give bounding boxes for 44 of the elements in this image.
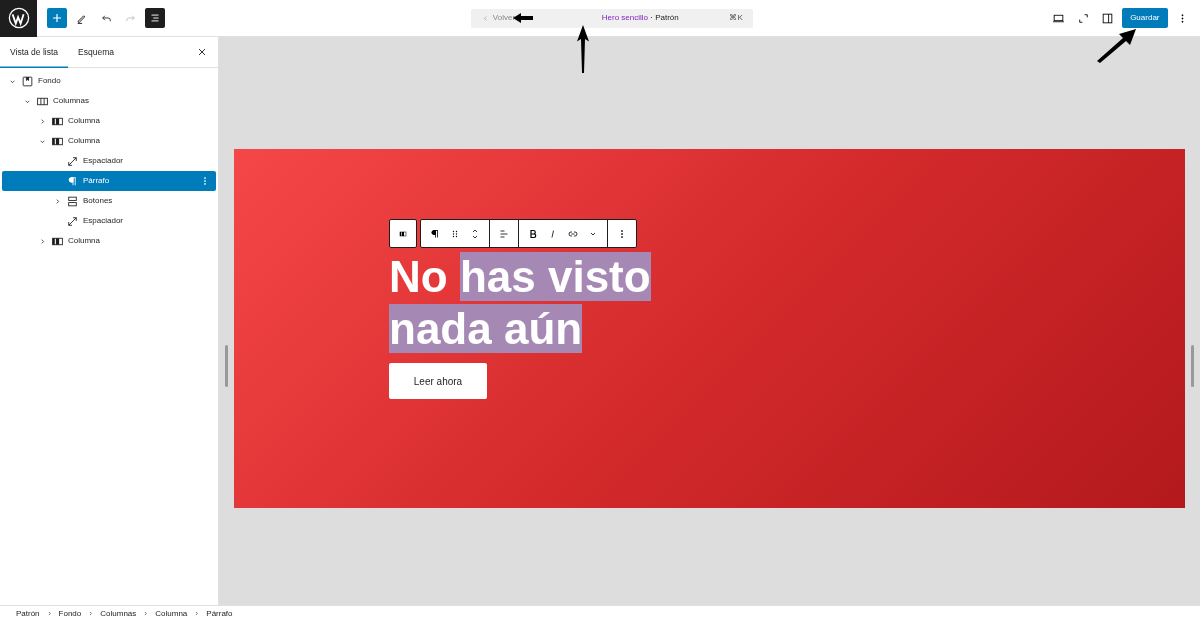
breadcrumb-item[interactable]: Columnas — [100, 607, 137, 620]
read-now-button[interactable]: Leer ahora — [389, 363, 487, 399]
chevron-right-icon — [45, 610, 53, 617]
chevron-right-icon — [87, 610, 95, 617]
resize-arrow-icon — [66, 154, 79, 168]
shortcut-hint: ⌘K — [729, 12, 743, 24]
resize-handle[interactable] — [1191, 345, 1194, 387]
paragraph-icon — [66, 174, 79, 188]
list-view-item[interactable]: Botones — [2, 191, 216, 211]
annotation-arrow — [1095, 27, 1137, 63]
resize-handle[interactable] — [225, 345, 228, 387]
expand-icon — [1076, 11, 1090, 25]
list-view-item[interactable]: Columna — [2, 131, 216, 151]
breadcrumb-item[interactable]: Fondo — [58, 607, 82, 620]
breadcrumb-item[interactable]: Párrafo — [206, 607, 233, 620]
save-button[interactable]: Guardar — [1122, 8, 1168, 28]
list-view-item[interactable]: Columna — [2, 231, 216, 251]
separator-dot: · — [650, 12, 653, 24]
breadcrumb-item[interactable]: Patrón — [16, 607, 40, 620]
buttons-icon — [66, 194, 79, 208]
plus-icon — [50, 11, 64, 25]
document-title[interactable]: Hero sencillo — [601, 12, 648, 24]
add-block-button[interactable] — [47, 8, 67, 28]
paragraph-icon — [429, 227, 441, 240]
wordpress-logo[interactable] — [0, 0, 37, 37]
list-view-item[interactable]: Espaciador — [2, 211, 216, 231]
bold-icon — [527, 227, 539, 240]
resize-arrow-icon — [66, 214, 79, 228]
sidebar-icon — [1101, 11, 1115, 25]
align-left-icon — [498, 227, 510, 240]
document-type: Patrón — [655, 12, 679, 24]
breadcrumb-item[interactable]: Columna — [155, 607, 188, 620]
chevron-right-icon — [193, 610, 201, 617]
cover-block-icon — [21, 74, 34, 88]
close-icon — [196, 46, 208, 58]
list-view-item[interactable]: Espaciador — [2, 151, 216, 171]
chevron-right-icon — [142, 610, 150, 617]
list-view-item[interactable]: Párrafo — [2, 171, 216, 191]
list-view-item[interactable]: Columna — [2, 111, 216, 131]
list-view-button[interactable] — [145, 8, 165, 28]
list-view-item[interactable]: Fondo — [2, 71, 216, 91]
sidebar-tab[interactable]: Vista de lista — [0, 37, 69, 68]
sidebar-tab[interactable]: Esquema — [68, 37, 124, 68]
list-view-item[interactable]: Columnas — [2, 91, 216, 111]
